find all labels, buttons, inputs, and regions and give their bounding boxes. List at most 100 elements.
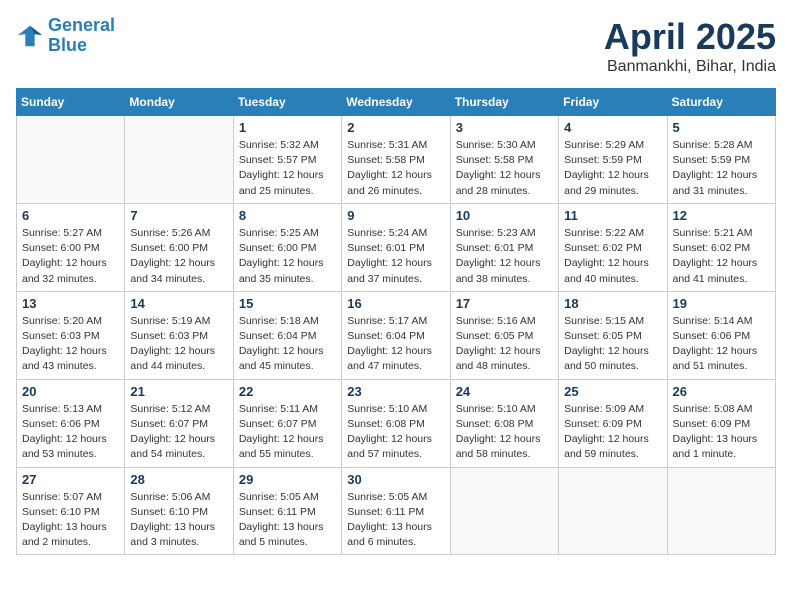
day-info: Sunrise: 5:19 AM Sunset: 6:03 PM Dayligh… [130,314,227,375]
day-info: Sunrise: 5:30 AM Sunset: 5:58 PM Dayligh… [456,138,553,199]
calendar-day-cell: 12 Sunrise: 5:21 AM Sunset: 6:02 PM Dayli… [667,203,775,291]
day-number: 12 [673,208,770,223]
day-number: 2 [347,120,444,135]
calendar-day-cell: 3 Sunrise: 5:30 AM Sunset: 5:58 PM Daylig… [450,116,558,204]
day-number: 16 [347,296,444,311]
calendar-day-cell: 22Sunrise: 5:11 AM Sunset: 6:07 PM Dayli… [233,379,341,467]
day-info: Sunrise: 5:15 AM Sunset: 6:05 PM Dayligh… [564,314,661,375]
calendar-header-row: SundayMondayTuesdayWednesdayThursdayFrid… [17,89,776,116]
day-info: Sunrise: 5:12 AM Sunset: 6:07 PM Dayligh… [130,402,227,463]
day-info: Sunrise: 5:05 AM Sunset: 6:11 PM Dayligh… [239,490,336,551]
day-info: Sunrise: 5:13 AM Sunset: 6:06 PM Dayligh… [22,402,119,463]
day-number: 5 [673,120,770,135]
calendar-week-row: 13 Sunrise: 5:20 AM Sunset: 6:03 PM Dayli… [17,291,776,379]
day-of-week-header: Monday [125,89,233,116]
day-number: 13 [22,296,119,311]
day-of-week-header: Friday [559,89,667,116]
day-number: 26 [673,384,770,399]
day-number: 17 [456,296,553,311]
day-number: 18 [564,296,661,311]
day-number: 23 [347,384,444,399]
day-info: Sunrise: 5:23 AM Sunset: 6:01 PM Dayligh… [456,226,553,287]
day-info: Sunrise: 5:18 AM Sunset: 6:04 PM Dayligh… [239,314,336,375]
calendar-day-cell: 14 Sunrise: 5:19 AM Sunset: 6:03 PM Dayli… [125,291,233,379]
day-info: Sunrise: 5:29 AM Sunset: 5:59 PM Dayligh… [564,138,661,199]
calendar-day-cell: 9 Sunrise: 5:24 AM Sunset: 6:01 PM Daylig… [342,203,450,291]
calendar-day-cell [450,467,558,555]
day-number: 9 [347,208,444,223]
calendar-day-cell: 4 Sunrise: 5:29 AM Sunset: 5:59 PM Daylig… [559,116,667,204]
page-header: General Blue April 2025 Banmankhi, Bihar… [16,16,776,76]
calendar-day-cell: 15 Sunrise: 5:18 AM Sunset: 6:04 PM Dayli… [233,291,341,379]
calendar-day-cell: 8Sunrise: 5:25 AM Sunset: 6:00 PM Daylig… [233,203,341,291]
day-info: Sunrise: 5:11 AM Sunset: 6:07 PM Dayligh… [239,402,336,463]
calendar-day-cell: 20Sunrise: 5:13 AM Sunset: 6:06 PM Dayli… [17,379,125,467]
day-info: Sunrise: 5:16 AM Sunset: 6:05 PM Dayligh… [456,314,553,375]
day-info: Sunrise: 5:10 AM Sunset: 6:08 PM Dayligh… [347,402,444,463]
calendar-day-cell [667,467,775,555]
calendar-table: SundayMondayTuesdayWednesdayThursdayFrid… [16,88,776,555]
day-info: Sunrise: 5:10 AM Sunset: 6:08 PM Dayligh… [456,402,553,463]
title-block: April 2025 Banmankhi, Bihar, India [604,16,776,76]
calendar-day-cell: 1 Sunrise: 5:32 AM Sunset: 5:57 PM Daylig… [233,116,341,204]
day-number: 21 [130,384,227,399]
day-info: Sunrise: 5:27 AM Sunset: 6:00 PM Dayligh… [22,226,119,287]
day-info: Sunrise: 5:20 AM Sunset: 6:03 PM Dayligh… [22,314,119,375]
logo-icon [16,22,44,50]
day-info: Sunrise: 5:14 AM Sunset: 6:06 PM Dayligh… [673,314,770,375]
day-number: 10 [456,208,553,223]
calendar-day-cell: 24Sunrise: 5:10 AM Sunset: 6:08 PM Dayli… [450,379,558,467]
day-info: Sunrise: 5:21 AM Sunset: 6:02 PM Dayligh… [673,226,770,287]
calendar-day-cell: 17 Sunrise: 5:16 AM Sunset: 6:05 PM Dayli… [450,291,558,379]
calendar-day-cell: 7Sunrise: 5:26 AM Sunset: 6:00 PM Daylig… [125,203,233,291]
day-info: Sunrise: 5:05 AM Sunset: 6:11 PM Dayligh… [347,490,444,551]
day-info: Sunrise: 5:22 AM Sunset: 6:02 PM Dayligh… [564,226,661,287]
day-info: Sunrise: 5:07 AM Sunset: 6:10 PM Dayligh… [22,490,119,551]
day-info: Sunrise: 5:24 AM Sunset: 6:01 PM Dayligh… [347,226,444,287]
day-of-week-header: Wednesday [342,89,450,116]
calendar-day-cell: 19Sunrise: 5:14 AM Sunset: 6:06 PM Dayli… [667,291,775,379]
day-info: Sunrise: 5:28 AM Sunset: 5:59 PM Dayligh… [673,138,770,199]
day-info: Sunrise: 5:08 AM Sunset: 6:09 PM Dayligh… [673,402,770,463]
location: Banmankhi, Bihar, India [604,58,776,76]
day-number: 14 [130,296,227,311]
calendar-day-cell [125,116,233,204]
calendar-day-cell: 13 Sunrise: 5:20 AM Sunset: 6:03 PM Dayli… [17,291,125,379]
calendar-day-cell: 27Sunrise: 5:07 AM Sunset: 6:10 PM Dayli… [17,467,125,555]
month-title: April 2025 [604,16,776,58]
calendar-day-cell: 21 Sunrise: 5:12 AM Sunset: 6:07 PM Dayli… [125,379,233,467]
day-info: Sunrise: 5:31 AM Sunset: 5:58 PM Dayligh… [347,138,444,199]
calendar-day-cell: 6Sunrise: 5:27 AM Sunset: 6:00 PM Daylig… [17,203,125,291]
calendar-week-row: 1 Sunrise: 5:32 AM Sunset: 5:57 PM Daylig… [17,116,776,204]
calendar-day-cell: 29 Sunrise: 5:05 AM Sunset: 6:11 PM Dayli… [233,467,341,555]
day-info: Sunrise: 5:32 AM Sunset: 5:57 PM Dayligh… [239,138,336,199]
calendar-day-cell: 16 Sunrise: 5:17 AM Sunset: 6:04 PM Dayli… [342,291,450,379]
day-number: 29 [239,472,336,487]
calendar-day-cell: 18 Sunrise: 5:15 AM Sunset: 6:05 PM Dayli… [559,291,667,379]
day-number: 28 [130,472,227,487]
day-number: 1 [239,120,336,135]
calendar-day-cell: 5 Sunrise: 5:28 AM Sunset: 5:59 PM Daylig… [667,116,775,204]
day-of-week-header: Sunday [17,89,125,116]
calendar-day-cell: 25Sunrise: 5:09 AM Sunset: 6:09 PM Dayli… [559,379,667,467]
calendar-week-row: 20Sunrise: 5:13 AM Sunset: 6:06 PM Dayli… [17,379,776,467]
calendar-day-cell [17,116,125,204]
day-number: 3 [456,120,553,135]
logo-text: General Blue [48,16,115,56]
calendar-week-row: 27Sunrise: 5:07 AM Sunset: 6:10 PM Dayli… [17,467,776,555]
day-number: 11 [564,208,661,223]
day-number: 4 [564,120,661,135]
day-info: Sunrise: 5:17 AM Sunset: 6:04 PM Dayligh… [347,314,444,375]
calendar-day-cell: 26 Sunrise: 5:08 AM Sunset: 6:09 PM Dayli… [667,379,775,467]
day-number: 8 [239,208,336,223]
calendar-week-row: 6Sunrise: 5:27 AM Sunset: 6:00 PM Daylig… [17,203,776,291]
calendar-day-cell: 30Sunrise: 5:05 AM Sunset: 6:11 PM Dayli… [342,467,450,555]
calendar-day-cell: 11 Sunrise: 5:22 AM Sunset: 6:02 PM Dayli… [559,203,667,291]
day-info: Sunrise: 5:06 AM Sunset: 6:10 PM Dayligh… [130,490,227,551]
day-info: Sunrise: 5:26 AM Sunset: 6:00 PM Dayligh… [130,226,227,287]
day-number: 15 [239,296,336,311]
day-info: Sunrise: 5:09 AM Sunset: 6:09 PM Dayligh… [564,402,661,463]
calendar-day-cell [559,467,667,555]
day-of-week-header: Thursday [450,89,558,116]
calendar-day-cell: 2 Sunrise: 5:31 AM Sunset: 5:58 PM Daylig… [342,116,450,204]
